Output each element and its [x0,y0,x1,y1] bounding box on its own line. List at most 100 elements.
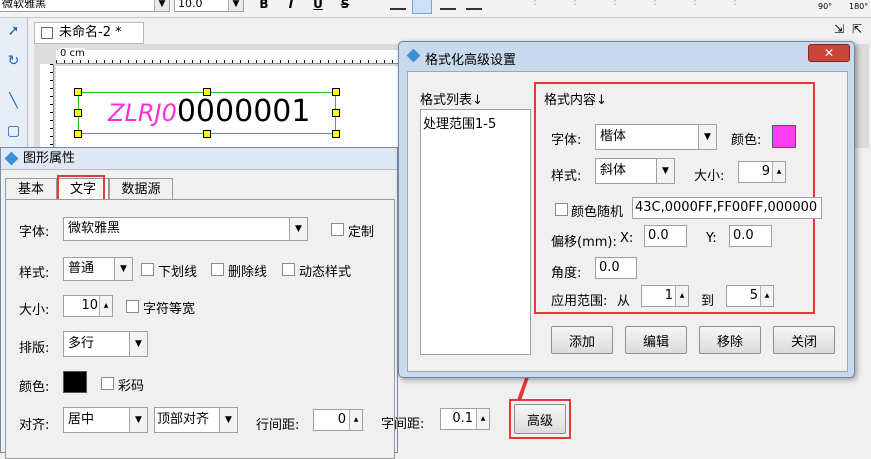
font-select[interactable]: 微软雅黑 ▼ [63,217,308,241]
rounded-rect-icon[interactable]: ▢ [3,120,24,141]
resize-handle[interactable] [332,109,340,117]
spinner-arrows-icon[interactable]: ▲▼ [772,162,785,182]
chevron-down-icon[interactable]: ▼ [289,218,307,240]
tab-basic[interactable]: 基本 [5,178,57,201]
style-select[interactable]: 普通 ▼ [63,257,133,281]
colorful-label: 彩码 [118,379,145,394]
resize-handle[interactable] [74,109,82,117]
format-content-header: 格式内容↓ [544,93,607,108]
props-title: 图形属性 [23,151,76,166]
format-list[interactable]: 处理范围1-5 [420,109,531,355]
align-vertical-select[interactable]: 顶部对齐 ▼ [154,407,238,433]
vertical-text-icon[interactable]: ⋮ [650,0,664,10]
vertical-text-icon[interactable]: ⋮ [730,0,744,10]
list-item[interactable]: 处理范围1-5 [421,110,530,135]
rotate-90-button[interactable]: 90° [818,2,832,11]
spinner-arrows-icon[interactable]: ▲▼ [760,286,773,306]
align-horizontal-select[interactable]: 居中 ▼ [63,407,148,433]
props-title-bar: 图形属性 [1,148,397,170]
dynamic-style-checkbox[interactable] [282,263,295,276]
chevron-down-icon[interactable]: ▼ [154,0,169,11]
chevron-down-icon[interactable]: ▼ [698,125,716,149]
char-spacing-label: 字间距: [381,417,425,432]
resize-handle[interactable] [74,130,82,138]
random-color-checkbox[interactable] [555,203,568,216]
align-justify-icon[interactable] [466,0,482,10]
dialog-color-swatch[interactable] [772,125,796,148]
chevron-down-icon[interactable]: ▼ [129,408,147,432]
custom-checkbox[interactable] [331,223,344,236]
dynamic-style-label: 动态样式 [299,265,352,280]
size-spinner[interactable]: 10 ▲▼ [63,295,113,317]
dialog-size-spinner[interactable]: 9 ▲▼ [738,161,786,183]
chevron-down-icon[interactable]: ▼ [219,408,237,432]
custom-label: 定制 [348,225,375,240]
resize-handle[interactable] [332,130,340,138]
maximize-icon[interactable]: ⇱ [852,22,862,36]
barcode-text: ZLRJ00000001 [108,94,310,129]
pointer-icon[interactable]: ➚ [3,20,24,41]
spinner-arrows-icon[interactable]: ▲▼ [349,410,362,430]
shape-properties-window: 图形属性 基本 文字 数据源 字体: 微软雅黑 ▼ 定制 样式: 普通 ▼ 下划… [0,147,398,459]
close-icon[interactable]: ✕ [808,44,850,62]
vertical-text-icon[interactable]: ⋮ [610,0,624,10]
spinner-arrows-icon[interactable]: ▲▼ [476,409,489,429]
spinner-arrows-icon[interactable]: ▲▼ [675,286,688,306]
underline-button[interactable]: U [310,0,326,12]
char-spacing-spinner[interactable]: 0.1 ▲▼ [440,408,490,430]
document-tab[interactable]: 未命名-2 * [34,22,144,44]
align-right-icon[interactable] [440,0,456,10]
align-center-icon[interactable] [412,0,432,14]
style-label: 样式: [19,266,50,281]
chevron-down-icon[interactable]: ▼ [129,332,147,356]
chevron-down-icon[interactable]: ▼ [228,0,243,11]
resize-handle[interactable] [203,130,211,138]
chevron-down-icon[interactable]: ▼ [114,258,132,280]
rotate-180-button[interactable]: 180° [849,2,868,11]
bold-button[interactable]: B [256,0,272,12]
line-icon[interactable]: ╲ [3,90,24,111]
color-swatch[interactable] [63,371,87,393]
font-label: 字体: [19,225,50,240]
vertical-text-icon[interactable]: ⋮ [530,0,544,10]
random-color-input[interactable]: 43C,0000FF,FF00FF,000000 [632,197,822,219]
restore-icon[interactable]: ⇲ [834,22,844,36]
align-left-icon[interactable] [390,0,406,10]
top-toolbar: 微软雅黑 ▼ 10.0 ▼ B I U S ⋮ ⋮ ⋮ ⋮ ⋮ ⋮ 90° 18… [0,0,871,18]
resize-handle[interactable] [332,88,340,96]
chevron-down-icon[interactable]: ▼ [656,159,674,183]
rotate-icon[interactable]: ↻ [3,50,24,71]
line-spacing-spinner[interactable]: 0 ▲▼ [313,409,363,431]
document-tab-title: 未命名-2 * [59,25,122,40]
toolbox: ➚ ↻ ╲ ▢ [0,18,28,148]
colorful-checkbox[interactable] [101,377,114,390]
tab-datasource[interactable]: 数据源 [109,178,173,201]
range-from-spinner[interactable]: 1 ▲▼ [641,285,689,307]
angle-input[interactable]: 0.0 [595,257,637,279]
layout-select[interactable]: 多行 ▼ [63,331,148,357]
edit-button[interactable]: 编辑 [625,326,687,354]
dialog-font-select[interactable]: 楷体 ▼ [595,124,717,150]
advanced-button[interactable]: 高级 [514,404,566,434]
dialog-style-select[interactable]: 斜体 ▼ [595,158,675,184]
vertical-text-icon[interactable]: ⋮ [570,0,584,10]
strikethrough-checkbox[interactable] [211,263,224,276]
dialog-color-label: 颜色: [731,133,762,148]
spinner-arrows-icon[interactable]: ▲▼ [99,296,112,316]
dialog-style-label: 样式: [551,169,582,184]
italic-button[interactable]: I [283,0,299,12]
monospace-checkbox[interactable] [126,300,139,313]
remove-button[interactable]: 移除 [699,326,761,354]
add-button[interactable]: 添加 [551,326,613,354]
dialog-size-label: 大小: [694,169,725,184]
underline-checkbox[interactable] [141,263,154,276]
strikethrough-button[interactable]: S [337,0,353,12]
resize-handle[interactable] [74,88,82,96]
font-size-combo[interactable]: 10.0 ▼ [174,0,244,12]
vertical-text-icon[interactable]: ⋮ [690,0,704,10]
range-to-spinner[interactable]: 5 ▲▼ [726,285,774,307]
font-name-combo[interactable]: 微软雅黑 ▼ [0,0,170,12]
close-button[interactable]: 关闭 [773,326,835,354]
offset-x-input[interactable]: 0.0 [644,225,687,247]
offset-y-input[interactable]: 0.0 [729,225,772,247]
